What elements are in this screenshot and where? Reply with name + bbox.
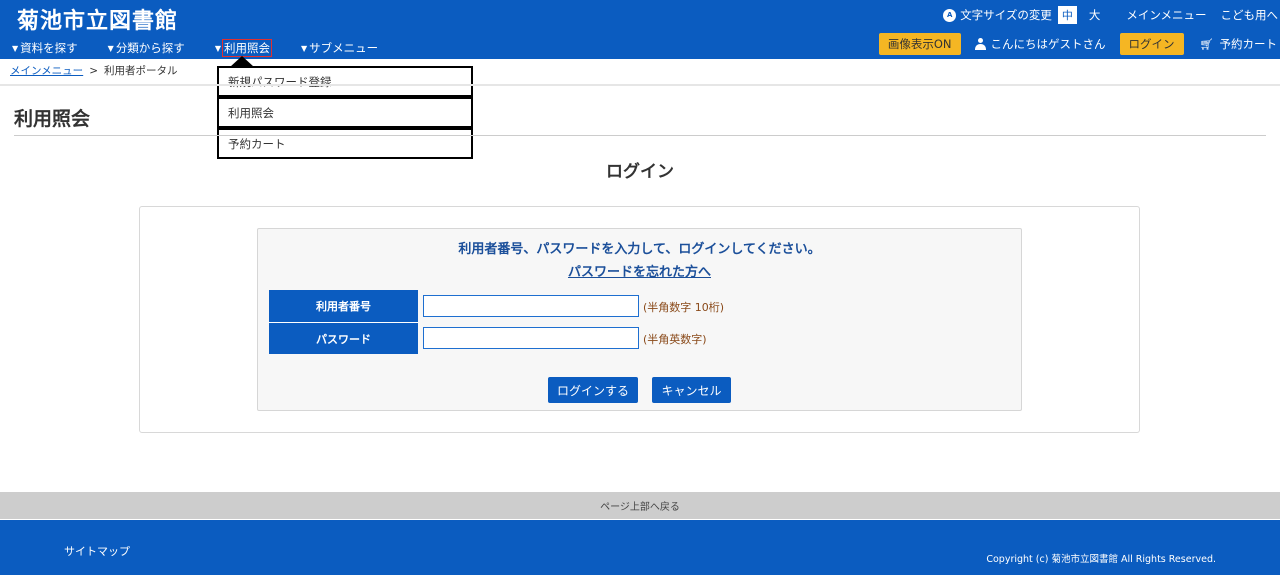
caret-down-icon: ▼ bbox=[214, 43, 221, 53]
font-size-medium-button[interactable]: 中 bbox=[1057, 6, 1077, 24]
image-toggle-button[interactable]: 画像表示ON bbox=[878, 33, 961, 55]
password-label: パスワード bbox=[269, 322, 418, 354]
greeting-text: こんにちはゲストさん bbox=[990, 37, 1106, 51]
site-footer: サイトマップ Copyright (c) 菊池市立図書館 All Rights … bbox=[0, 520, 1280, 575]
menu-item-new-password[interactable]: 新規パスワード登録 bbox=[217, 66, 473, 97]
breadcrumb-separator: > bbox=[89, 65, 98, 77]
breadcrumb: メインメニュー > 利用者ポータル bbox=[10, 63, 178, 78]
forgot-password-link[interactable]: パスワードを忘れた方へ bbox=[257, 261, 1022, 280]
user-number-hint: (半角数字 10桁) bbox=[643, 301, 725, 314]
user-number-input[interactable] bbox=[423, 295, 639, 317]
divider bbox=[0, 84, 1280, 86]
cart-icon: 🛒︎ bbox=[1199, 37, 1214, 51]
nav-item-usage[interactable]: ▼ 利用照会 bbox=[214, 39, 272, 57]
utility-bar: A 文字サイズの変更 中 大 メインメニュー こども用へ bbox=[943, 6, 1280, 24]
person-icon bbox=[974, 38, 986, 50]
page-title: 利用照会 bbox=[14, 108, 91, 130]
greeting: こんにちはゲストさん bbox=[974, 36, 1106, 52]
password-hint: (半角英数字) bbox=[643, 333, 707, 346]
caret-down-icon: ▼ bbox=[300, 43, 308, 53]
sitemap-link[interactable]: サイトマップ bbox=[64, 543, 130, 559]
cart-link[interactable]: 🛒︎ 予約カート bbox=[1200, 36, 1277, 52]
site-header: 菊池市立図書館 A 文字サイズの変更 中 大 メインメニュー こども用へ ▼ 資… bbox=[0, 0, 1280, 59]
user-number-label: 利用者番号 bbox=[269, 290, 418, 322]
font-size-icon: A bbox=[943, 8, 957, 22]
usage-dropdown-menu: 新規パスワード登録 利用照会 予約カート bbox=[217, 66, 473, 159]
login-button[interactable]: ログインする bbox=[548, 377, 638, 403]
copyright: Copyright (c) 菊池市立図書館 All Rights Reserve… bbox=[986, 554, 1216, 565]
font-size-large-button[interactable]: 大 bbox=[1089, 7, 1101, 23]
kids-link[interactable]: こども用へ bbox=[1221, 7, 1279, 23]
caret-down-icon: ▼ bbox=[107, 43, 114, 53]
breadcrumb-home-link[interactable]: メインメニュー bbox=[10, 65, 83, 77]
nav-item-search[interactable]: ▼ 資料を探す bbox=[12, 40, 78, 56]
main-menu-link[interactable]: メインメニュー bbox=[1126, 7, 1206, 23]
nav-item-label: 利用照会 bbox=[221, 39, 272, 57]
cancel-button[interactable]: キャンセル bbox=[652, 377, 731, 403]
back-to-top-link[interactable]: ページ上部へ戻る bbox=[0, 492, 1280, 519]
main-nav: ▼ 資料を探す ▼ 分類から探す ▼ 利用照会 ▼ サブメニュー bbox=[12, 39, 408, 57]
nav-item-label: サブメニュー bbox=[309, 41, 379, 55]
nav-item-label: 分類から探す bbox=[115, 41, 185, 55]
password-input[interactable] bbox=[423, 327, 639, 349]
login-heading: ログイン bbox=[606, 162, 674, 182]
nav-item-classification[interactable]: ▼ 分類から探す bbox=[108, 40, 185, 56]
site-title[interactable]: 菊池市立図書館 bbox=[17, 3, 178, 35]
cart-label: 予約カート bbox=[1219, 37, 1278, 51]
login-instruction: 利用者番号、パスワードを入力して、ログインしてください。 bbox=[458, 242, 821, 257]
menu-item-usage-inquiry[interactable]: 利用照会 bbox=[217, 97, 473, 128]
caret-down-icon: ▼ bbox=[12, 43, 19, 53]
nav-item-submenu[interactable]: ▼ サブメニュー bbox=[301, 40, 378, 56]
breadcrumb-current: 利用者ポータル bbox=[104, 65, 178, 77]
font-size-label: 文字サイズの変更 bbox=[960, 8, 1052, 22]
divider bbox=[14, 135, 1266, 136]
user-tools: 画像表示ON こんにちはゲストさん ログイン 🛒︎ 予約カート bbox=[878, 33, 1277, 55]
nav-item-label: 資料を探す bbox=[20, 41, 78, 55]
menu-item-reservation-cart[interactable]: 予約カート bbox=[217, 128, 473, 159]
login-button-header[interactable]: ログイン bbox=[1119, 33, 1184, 55]
